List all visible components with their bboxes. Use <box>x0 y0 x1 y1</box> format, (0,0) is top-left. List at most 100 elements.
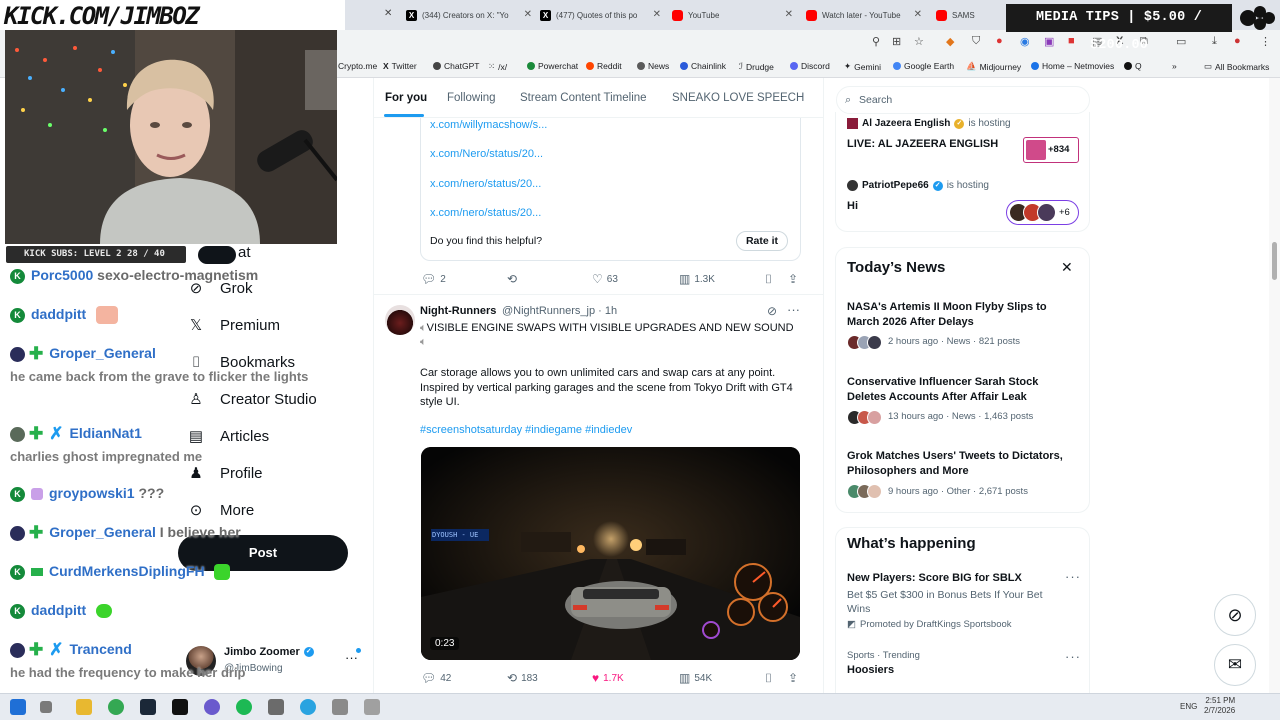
browser-tab[interactable]: Watch later - YouTube ✕ <box>806 4 926 26</box>
nav-item-partial-label[interactable]: at <box>238 244 251 261</box>
chat-username[interactable]: Groper_General <box>49 345 156 361</box>
scrollbar-thumb[interactable] <box>1272 242 1277 280</box>
chat-username[interactable]: Porc5000 <box>31 267 93 283</box>
bookmark-item[interactable]: Q <box>1124 61 1142 71</box>
start-icon[interactable] <box>10 699 26 715</box>
bookmark-item[interactable]: News <box>637 61 669 71</box>
more-icon[interactable]: ··· <box>1065 649 1081 664</box>
bookmark-item[interactable]: ChatGPT <box>433 61 479 71</box>
extension-icon[interactable]: ▣ <box>1044 35 1054 48</box>
search-input[interactable]: ⌕ Search <box>836 86 1090 114</box>
bookmark-item[interactable]: ✦ Gemini <box>844 61 881 72</box>
note-link[interactable]: x.com/nero/status/20... <box>430 178 541 190</box>
extension-icon[interactable]: ■ <box>1068 35 1075 47</box>
app-icon[interactable] <box>332 699 348 715</box>
browser-tab[interactable]: YouTube ✕ <box>672 4 797 26</box>
live-host[interactable]: PatriotPepe66 ✓ is hosting <box>847 180 989 191</box>
telegram-icon[interactable] <box>300 699 316 715</box>
bookmark-item[interactable]: Home – Netmovies <box>1031 61 1114 71</box>
bookmark-item[interactable]: Crypto.me <box>338 61 377 71</box>
reply-button[interactable]: 💬︎ 2 <box>421 272 446 286</box>
bookmark-item[interactable]: Discord <box>790 61 830 71</box>
chat-username[interactable]: CurdMerkensDiplingFH <box>49 563 205 579</box>
extension-icon[interactable]: ● <box>996 35 1003 47</box>
browser-tab[interactable]: X (344) Creators on X: "Yo ✕ <box>406 4 536 26</box>
discord-icon[interactable] <box>204 699 220 715</box>
bookmark-item[interactable]: Reddit <box>586 61 622 71</box>
close-tab-icon[interactable]: ✕ <box>384 8 392 19</box>
all-bookmarks-folder[interactable]: ▭ All Bookmarks <box>1204 61 1269 72</box>
bookmark-button[interactable]: ⌷ <box>765 272 772 287</box>
messages-fab-button[interactable]: ✉ <box>1214 644 1256 686</box>
browser-tab[interactable]: X (477) Quotes of this po ✕ <box>540 4 665 26</box>
app-icon[interactable] <box>268 699 284 715</box>
grok-fab-button[interactable]: ⊘ <box>1214 594 1256 636</box>
zoom-icon[interactable]: ⚲ <box>872 35 880 48</box>
share-button[interactable]: ⇪ <box>788 272 798 286</box>
sidebar-icon[interactable]: ▭ <box>1176 35 1186 48</box>
more-icon[interactable]: ··· <box>787 302 800 317</box>
chat-username[interactable]: Groper_General <box>49 524 156 540</box>
share-button[interactable]: ⇪ <box>788 671 798 685</box>
live-viewer-badge[interactable]: +834 <box>1023 137 1079 163</box>
nav-item-articles[interactable]: ▤ Articles <box>188 428 269 445</box>
news-headline[interactable]: NASA's Artemis II Moon Flyby Slips to Ma… <box>847 300 1077 329</box>
nav-item-profile[interactable]: ♟ Profile <box>188 465 262 482</box>
repost-button[interactable]: ⟲ 183 <box>507 671 538 685</box>
bookmarks-overflow-icon[interactable]: » <box>1172 61 1177 71</box>
install-icon[interactable]: ⊞ <box>892 35 901 48</box>
promo-title[interactable]: New Players: Score BIG for SBLX <box>847 572 1022 584</box>
browser-tab[interactable]: SAMS <box>936 4 1002 26</box>
account-name[interactable]: Jimbo Zoomer ✓ <box>224 646 314 658</box>
task-view-icon[interactable] <box>40 701 52 713</box>
terminal-icon[interactable] <box>172 699 188 715</box>
downloads-icon[interactable]: ⤓ <box>1212 35 1217 48</box>
chrome-icon[interactable] <box>108 699 124 715</box>
tweet-author-handle[interactable]: @NightRunners_jp · 1h <box>502 305 617 317</box>
tweet-avatar[interactable] <box>385 305 415 335</box>
nav-item-creator-studio[interactable]: ♙ Creator Studio <box>188 391 316 408</box>
tweet-video[interactable]: DYOUSH - UE <box>421 447 800 660</box>
like-button[interactable]: ♥ 1.7K <box>592 671 624 685</box>
bookmark-item[interactable]: Chainlink <box>680 61 726 71</box>
bookmark-item[interactable]: ⛵ Midjourney <box>966 61 1021 72</box>
extension-icon[interactable]: ◉ <box>1020 35 1030 48</box>
close-tab-icon[interactable]: ✕ <box>914 9 922 20</box>
tab-for-you[interactable]: For you <box>385 92 427 104</box>
clock[interactable]: 2:51 PM 2/7/2026 <box>1204 696 1235 716</box>
close-tab-icon[interactable]: ✕ <box>785 9 793 20</box>
live-participants-badge[interactable]: +6 <box>1006 200 1079 225</box>
steam-icon[interactable] <box>140 699 156 715</box>
nav-item-premium[interactable]: 𝕏 Premium <box>188 317 280 334</box>
bookmark-item[interactable]: ⁙/x/ <box>488 61 507 72</box>
nav-item-more[interactable]: ⊙ More <box>188 502 254 519</box>
bookmark-item[interactable]: Google Earth <box>893 61 954 71</box>
bookmark-item[interactable]: X Twitter <box>383 61 417 71</box>
nav-item-icon-partial[interactable] <box>198 246 236 264</box>
chat-username[interactable]: EldianNat1 <box>70 425 142 441</box>
chat-username[interactable]: daddpitt <box>31 306 86 322</box>
close-icon[interactable]: ✕ <box>1061 259 1073 276</box>
tab-sneako-love-speech[interactable]: SNEAKO LOVE SPEECH <box>672 92 804 104</box>
app-icon[interactable] <box>364 699 380 715</box>
tweet-hashtags[interactable]: #screenshotsaturday #indiegame #indiedev <box>420 424 632 436</box>
views-button[interactable]: ▥ 54K <box>679 671 712 685</box>
bookmark-item[interactable]: Powerchat <box>527 61 578 71</box>
tweet-author-name[interactable]: Night-Runners <box>420 305 496 317</box>
grok-icon[interactable]: ⊘ <box>767 304 777 318</box>
more-icon[interactable]: ··· <box>1065 569 1081 584</box>
shield-icon[interactable]: ⛉ <box>972 35 980 48</box>
live-title[interactable]: Hi <box>847 200 858 212</box>
close-tab-icon[interactable]: ✕ <box>524 9 532 20</box>
tab-stream-content-timeline[interactable]: Stream Content Timeline <box>520 92 647 104</box>
like-button[interactable]: ♡ 63 <box>592 272 618 286</box>
chat-username[interactable]: Trancend <box>70 641 132 657</box>
keyboard-language[interactable]: ENG <box>1180 702 1197 711</box>
star-icon[interactable]: ☆ <box>914 35 924 48</box>
note-link[interactable]: x.com/willymacshow/s... <box>430 119 547 131</box>
menu-icon[interactable]: ⋮ <box>1260 35 1271 48</box>
close-tab-icon[interactable]: ✕ <box>653 9 661 20</box>
live-host[interactable]: Al Jazeera English ✓ is hosting <box>847 118 1011 129</box>
chat-username[interactable]: groypowski1 <box>49 485 135 501</box>
bookmark-button[interactable]: ⌷ <box>765 671 772 686</box>
